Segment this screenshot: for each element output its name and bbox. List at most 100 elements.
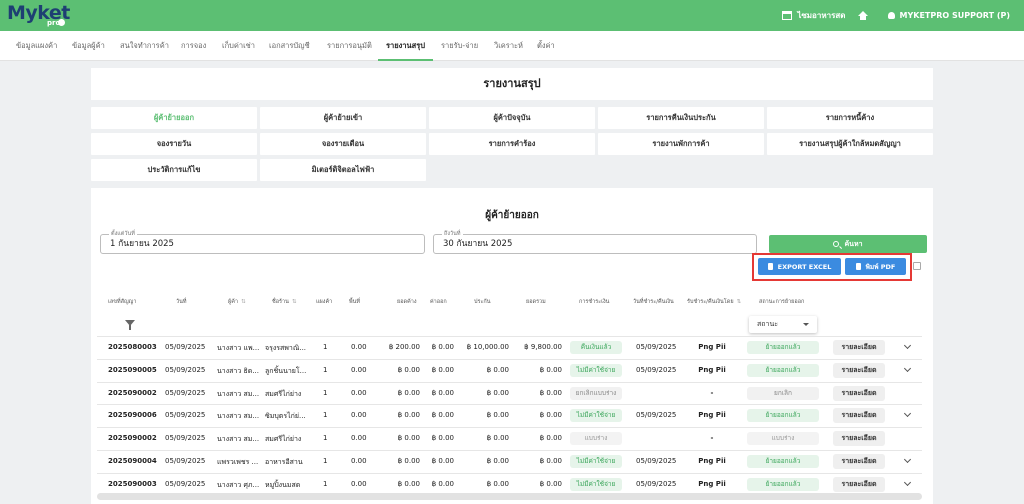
cell-paid-by: - — [710, 388, 714, 397]
report-button-edit-history[interactable]: ประวัติการแก้ไข — [91, 159, 257, 181]
user-icon — [887, 12, 895, 19]
export-excel-label: EXPORT EXCEL — [777, 262, 832, 271]
col-header-contract[interactable]: เลขที่สัญญา — [108, 298, 136, 306]
cell-vendor: นางสาว สม... — [217, 435, 260, 444]
cell-shop: ลูกชิ้นนายโ... — [265, 366, 307, 375]
cell-date: 05/09/2025 — [165, 411, 206, 420]
col-header-paid-by-label: รับชำระ/คืนเงินโดย — [687, 299, 734, 305]
details-button[interactable]: รายละเอียด — [833, 454, 885, 469]
moveout-status-badge: แบบร่าง — [747, 432, 819, 446]
cell-area: 0.00 — [351, 388, 367, 397]
details-button[interactable]: รายละเอียด — [833, 340, 885, 355]
filter-icon[interactable] — [125, 320, 135, 330]
payment-status-badge: แบบร่าง — [570, 432, 622, 446]
report-button-debt[interactable]: รายการหนี้ค้าง — [767, 107, 933, 129]
print-pdf-button[interactable]: พิมพ์ PDF — [845, 258, 906, 275]
cell-contract: 2025090005 — [108, 365, 157, 374]
details-button[interactable]: รายละเอียด — [833, 431, 885, 447]
report-button-moved-in[interactable]: ผู้ค้าย้ายเข้า — [260, 107, 426, 129]
cell-shop: สมศรีไก่ย่าง — [265, 389, 302, 398]
export-excel-button[interactable]: EXPORT EXCEL — [758, 258, 841, 275]
end-date-value: 30 กันยายน 2025 — [443, 239, 513, 249]
row-divider — [97, 450, 922, 451]
row-divider — [97, 404, 922, 406]
report-button-daily-booking[interactable]: จองรายวัน — [91, 133, 257, 155]
nav-item-vendors[interactable]: ข้อมูลผู้ค้า — [72, 31, 105, 61]
report-button-current[interactable]: ผู้ค้าปัจจุบัน — [429, 107, 595, 129]
cell-area: 0.00 — [351, 411, 367, 420]
report-button-contract-expiry[interactable]: รายงานสรุปผู้ค้าใกล้หมดสัญญา — [767, 133, 933, 155]
moveout-status-badge: ย้ายออกแล้ว — [747, 455, 819, 468]
col-header-fee[interactable]: ค่าออก — [430, 298, 447, 306]
cell-paid-date: 05/09/2025 — [636, 457, 677, 465]
cell-paid-date: 05/09/2025 — [636, 479, 677, 488]
cell-shop: อาหารอีสาน — [265, 458, 303, 466]
nav-item-rent[interactable]: เก็บค่าเช่า — [222, 31, 255, 61]
cell-stall: 1 — [323, 434, 328, 443]
col-header-paid-date[interactable]: วันที่ชำระ/คืนเงิน — [633, 298, 674, 306]
home-button[interactable] — [857, 11, 868, 20]
report-button-deposit-refund[interactable]: รายการคืนเงินประกัน — [598, 107, 764, 129]
cell-area: 0.00 — [351, 457, 367, 465]
nav-item-stalls[interactable]: ข้อมูลแผงค้า — [16, 31, 57, 61]
col-header-payment[interactable]: การชำระเงิน — [579, 298, 609, 306]
cell-vendor: นางสาว ศุภ... — [217, 480, 260, 489]
report-button-electric-meter[interactable]: มิเตอร์ดิจิตอลไฟฟ้า — [260, 159, 426, 181]
col-header-status[interactable]: สถานะการย้ายออก — [759, 298, 804, 306]
col-header-paid-by[interactable]: รับชำระ/คืนเงินโดย ⇅ — [687, 298, 741, 306]
payment-status-badge: ไม่มีค่าใช้จ่าย — [570, 455, 622, 468]
main-nav: ข้อมูลแผงค้า ข้อมูลผู้ค้า สนใจทำการค้า ก… — [0, 31, 1024, 61]
search-button[interactable]: ค้นหา — [769, 235, 927, 253]
nav-item-accounting[interactable]: เอกสารบัญชี — [269, 31, 310, 61]
cell-contract: 2025080003 — [108, 343, 157, 351]
store-selector[interactable]: ไซมอาหารสด — [782, 9, 846, 22]
cell-total: ฿ 0.00 — [539, 388, 562, 397]
status-filter-select[interactable]: สถานะ — [749, 316, 817, 333]
details-button[interactable]: รายละเอียด — [833, 476, 885, 492]
details-button[interactable]: รายละเอียด — [833, 362, 885, 378]
report-button-suspended[interactable]: รายงานพักการค้า — [598, 133, 764, 155]
cell-date: 05/09/2025 — [165, 365, 206, 374]
details-button[interactable]: รายละเอียด — [833, 385, 885, 401]
top-bar: Myket pro ไซมอาหารสด MYKETPRO SUPPORT (P… — [0, 0, 1024, 31]
horizontal-scrollbar[interactable] — [97, 493, 922, 500]
report-button-moved-out[interactable]: ผู้ค้าย้ายออก — [91, 107, 257, 129]
cell-stall: 1 — [323, 457, 328, 465]
nav-item-interested[interactable]: สนใจทำการค้า — [120, 31, 169, 61]
chevron-down-icon — [803, 323, 809, 326]
col-header-total[interactable]: ยอดรวม — [526, 298, 546, 306]
col-header-vendor[interactable]: ผู้ค้า ⇅ — [228, 298, 246, 306]
user-menu[interactable]: MYKETPRO SUPPORT (P) — [887, 11, 1010, 20]
col-header-shop[interactable]: ชื่อร้าน ⇅ — [272, 298, 296, 306]
start-date-field[interactable]: ตั้งแต่วันที่ 1 กันยายน 2025 — [100, 230, 425, 254]
cell-deposit: ฿ 0.00 — [486, 388, 509, 397]
document-icon — [767, 263, 773, 270]
cell-vendor: นางสาว สม... — [217, 389, 260, 398]
cell-stall: 1 — [323, 388, 328, 397]
cell-stall: 1 — [323, 365, 328, 374]
nav-item-approvals[interactable]: รายการอนุมัติ — [327, 31, 372, 61]
nav-item-booking[interactable]: การจอง — [181, 31, 206, 61]
details-button[interactable]: รายละเอียด — [833, 408, 885, 424]
nav-item-income-expense[interactable]: รายรับ-จ่าย — [441, 31, 478, 61]
cell-total: ฿ 9,800.00 — [524, 343, 562, 351]
cell-vendor: แพรวเพชร ... — [217, 458, 259, 466]
nav-item-settings[interactable]: ตั้งค่า — [537, 31, 555, 61]
logo-dot-icon — [58, 19, 65, 26]
col-header-due[interactable]: ยอดค้าง — [397, 298, 417, 306]
nav-item-analysis[interactable]: วิเคราะห์ — [494, 31, 523, 61]
col-header-area[interactable]: พื้นที่ — [349, 298, 360, 306]
col-header-deposit[interactable]: ประกัน — [474, 298, 491, 306]
col-header-date[interactable]: วันที่ — [176, 298, 186, 306]
col-header-stall[interactable]: แผงค้า — [316, 298, 332, 306]
end-date-field[interactable]: ถึงวันที่ 30 กันยายน 2025 — [433, 230, 757, 254]
row-divider — [97, 336, 922, 337]
cell-area: 0.00 — [351, 479, 367, 488]
report-button-requests[interactable]: รายการคำร้อง — [429, 133, 595, 155]
nav-item-reports[interactable]: รายงานสรุป — [378, 31, 434, 61]
store-label: ไซมอาหารสด — [797, 11, 846, 20]
print-icon[interactable] — [913, 262, 921, 270]
cell-due: ฿ 200.00 — [388, 343, 420, 351]
report-button-monthly-booking[interactable]: จองรายเดือน — [260, 133, 426, 155]
cell-deposit: ฿ 0.00 — [486, 457, 509, 465]
